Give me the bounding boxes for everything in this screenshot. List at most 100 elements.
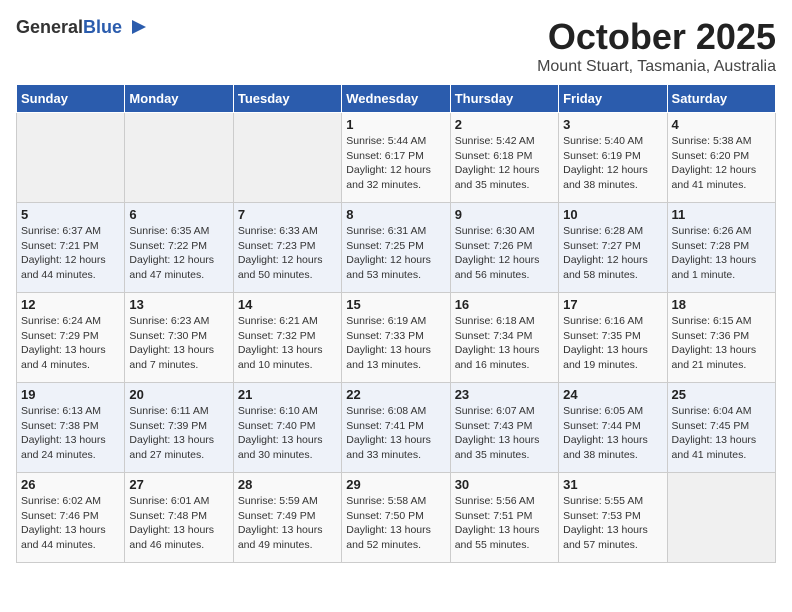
calendar-week-row: 12 Sunrise: 6:24 AM Sunset: 7:29 PM Dayli… xyxy=(17,293,776,383)
table-row: 27 Sunrise: 6:01 AM Sunset: 7:48 PM Dayli… xyxy=(125,473,233,563)
day-info: Sunrise: 5:42 AM Sunset: 6:18 PM Dayligh… xyxy=(455,134,554,193)
day-info: Sunrise: 5:55 AM Sunset: 7:53 PM Dayligh… xyxy=(563,494,662,553)
col-saturday: Saturday xyxy=(667,85,775,113)
day-number: 15 xyxy=(346,297,445,312)
day-info: Sunrise: 5:44 AM Sunset: 6:17 PM Dayligh… xyxy=(346,134,445,193)
day-number: 10 xyxy=(563,207,662,222)
day-number: 29 xyxy=(346,477,445,492)
calendar-title: October 2025 xyxy=(537,16,776,58)
day-info: Sunrise: 6:37 AM Sunset: 7:21 PM Dayligh… xyxy=(21,224,120,283)
day-info: Sunrise: 6:28 AM Sunset: 7:27 PM Dayligh… xyxy=(563,224,662,283)
day-info: Sunrise: 6:10 AM Sunset: 7:40 PM Dayligh… xyxy=(238,404,337,463)
header-row: Sunday Monday Tuesday Wednesday Thursday… xyxy=(17,85,776,113)
table-row: 4 Sunrise: 5:38 AM Sunset: 6:20 PM Daylig… xyxy=(667,113,775,203)
calendar-week-row: 5 Sunrise: 6:37 AM Sunset: 7:21 PM Daylig… xyxy=(17,203,776,293)
calendar-week-row: 26 Sunrise: 6:02 AM Sunset: 7:46 PM Dayli… xyxy=(17,473,776,563)
table-row: 9Sunrise: 6:30 AM Sunset: 7:26 PM Daylig… xyxy=(450,203,558,293)
table-row xyxy=(233,113,341,203)
table-row: 10 Sunrise: 6:28 AM Sunset: 7:27 PM Dayli… xyxy=(559,203,667,293)
day-number: 17 xyxy=(563,297,662,312)
day-info: Sunrise: 6:23 AM Sunset: 7:30 PM Dayligh… xyxy=(129,314,228,373)
table-row: 11 Sunrise: 6:26 AM Sunset: 7:28 PM Dayli… xyxy=(667,203,775,293)
table-row: 28Sunrise: 5:59 AM Sunset: 7:49 PM Dayli… xyxy=(233,473,341,563)
day-info: Sunrise: 6:04 AM Sunset: 7:45 PM Dayligh… xyxy=(672,404,771,463)
table-row: 5 Sunrise: 6:37 AM Sunset: 7:21 PM Daylig… xyxy=(17,203,125,293)
table-row: 25 Sunrise: 6:04 AM Sunset: 7:45 PM Dayli… xyxy=(667,383,775,473)
col-tuesday: Tuesday xyxy=(233,85,341,113)
day-number: 27 xyxy=(129,477,228,492)
table-row: 1 Sunrise: 5:44 AM Sunset: 6:17 PM Daylig… xyxy=(342,113,450,203)
day-info: Sunrise: 6:13 AM Sunset: 7:38 PM Dayligh… xyxy=(21,404,120,463)
day-info: Sunrise: 6:02 AM Sunset: 7:46 PM Dayligh… xyxy=(21,494,120,553)
table-row: 7 Sunrise: 6:33 AM Sunset: 7:23 PM Daylig… xyxy=(233,203,341,293)
table-row: 12 Sunrise: 6:24 AM Sunset: 7:29 PM Dayli… xyxy=(17,293,125,383)
table-row: 6Sunrise: 6:35 AM Sunset: 7:22 PM Daylig… xyxy=(125,203,233,293)
table-row: 21 Sunrise: 6:10 AM Sunset: 7:40 PM Dayli… xyxy=(233,383,341,473)
col-thursday: Thursday xyxy=(450,85,558,113)
day-number: 13 xyxy=(129,297,228,312)
day-number: 12 xyxy=(21,297,120,312)
day-info: Sunrise: 6:18 AM Sunset: 7:34 PM Dayligh… xyxy=(455,314,554,373)
table-row: 16Sunrise: 6:18 AM Sunset: 7:34 PM Dayli… xyxy=(450,293,558,383)
table-row: 14 Sunrise: 6:21 AM Sunset: 7:32 PM Dayli… xyxy=(233,293,341,383)
day-number: 28 xyxy=(238,477,337,492)
day-number: 20 xyxy=(129,387,228,402)
day-number: 21 xyxy=(238,387,337,402)
day-info: Sunrise: 6:16 AM Sunset: 7:35 PM Dayligh… xyxy=(563,314,662,373)
day-number: 6 xyxy=(129,207,228,222)
logo: GeneralBlue xyxy=(16,16,148,38)
day-number: 25 xyxy=(672,387,771,402)
calendar-week-row: 1 Sunrise: 5:44 AM Sunset: 6:17 PM Daylig… xyxy=(17,113,776,203)
col-monday: Monday xyxy=(125,85,233,113)
day-info: Sunrise: 6:19 AM Sunset: 7:33 PM Dayligh… xyxy=(346,314,445,373)
table-row xyxy=(17,113,125,203)
col-wednesday: Wednesday xyxy=(342,85,450,113)
day-info: Sunrise: 5:58 AM Sunset: 7:50 PM Dayligh… xyxy=(346,494,445,553)
day-number: 26 xyxy=(21,477,120,492)
calendar-subtitle: Mount Stuart, Tasmania, Australia xyxy=(537,58,776,76)
day-number: 23 xyxy=(455,387,554,402)
table-row xyxy=(125,113,233,203)
day-info: Sunrise: 5:38 AM Sunset: 6:20 PM Dayligh… xyxy=(672,134,771,193)
day-number: 11 xyxy=(672,207,771,222)
table-row xyxy=(667,473,775,563)
table-row: 30Sunrise: 5:56 AM Sunset: 7:51 PM Dayli… xyxy=(450,473,558,563)
page-header: GeneralBlue October 2025 Mount Stuart, T… xyxy=(16,16,776,76)
table-row: 17 Sunrise: 6:16 AM Sunset: 7:35 PM Dayli… xyxy=(559,293,667,383)
day-number: 22 xyxy=(346,387,445,402)
day-info: Sunrise: 5:40 AM Sunset: 6:19 PM Dayligh… xyxy=(563,134,662,193)
table-row: 18Sunrise: 6:15 AM Sunset: 7:36 PM Dayli… xyxy=(667,293,775,383)
table-row: 2 Sunrise: 5:42 AM Sunset: 6:18 PM Daylig… xyxy=(450,113,558,203)
day-info: Sunrise: 6:01 AM Sunset: 7:48 PM Dayligh… xyxy=(129,494,228,553)
table-row: 31Sunrise: 5:55 AM Sunset: 7:53 PM Dayli… xyxy=(559,473,667,563)
col-sunday: Sunday xyxy=(17,85,125,113)
day-number: 2 xyxy=(455,117,554,132)
table-row: 26 Sunrise: 6:02 AM Sunset: 7:46 PM Dayli… xyxy=(17,473,125,563)
day-number: 18 xyxy=(672,297,771,312)
day-number: 7 xyxy=(238,207,337,222)
day-info: Sunrise: 6:05 AM Sunset: 7:44 PM Dayligh… xyxy=(563,404,662,463)
day-number: 1 xyxy=(346,117,445,132)
day-info: Sunrise: 6:30 AM Sunset: 7:26 PM Dayligh… xyxy=(455,224,554,283)
day-number: 3 xyxy=(563,117,662,132)
day-info: Sunrise: 6:07 AM Sunset: 7:43 PM Dayligh… xyxy=(455,404,554,463)
day-info: Sunrise: 6:24 AM Sunset: 7:29 PM Dayligh… xyxy=(21,314,120,373)
day-info: Sunrise: 6:21 AM Sunset: 7:32 PM Dayligh… xyxy=(238,314,337,373)
table-row: 23 Sunrise: 6:07 AM Sunset: 7:43 PM Dayli… xyxy=(450,383,558,473)
table-row: 8Sunrise: 6:31 AM Sunset: 7:25 PM Daylig… xyxy=(342,203,450,293)
day-number: 19 xyxy=(21,387,120,402)
table-row: 24Sunrise: 6:05 AM Sunset: 7:44 PM Dayli… xyxy=(559,383,667,473)
day-number: 5 xyxy=(21,207,120,222)
day-info: Sunrise: 6:26 AM Sunset: 7:28 PM Dayligh… xyxy=(672,224,771,283)
day-info: Sunrise: 6:33 AM Sunset: 7:23 PM Dayligh… xyxy=(238,224,337,283)
table-row: 3 Sunrise: 5:40 AM Sunset: 6:19 PM Daylig… xyxy=(559,113,667,203)
table-row: 19 Sunrise: 6:13 AM Sunset: 7:38 PM Dayli… xyxy=(17,383,125,473)
day-info: Sunrise: 5:56 AM Sunset: 7:51 PM Dayligh… xyxy=(455,494,554,553)
day-number: 14 xyxy=(238,297,337,312)
day-number: 4 xyxy=(672,117,771,132)
day-info: Sunrise: 6:08 AM Sunset: 7:41 PM Dayligh… xyxy=(346,404,445,463)
table-row: 13 Sunrise: 6:23 AM Sunset: 7:30 PM Dayli… xyxy=(125,293,233,383)
table-row: 15 Sunrise: 6:19 AM Sunset: 7:33 PM Dayli… xyxy=(342,293,450,383)
day-number: 8 xyxy=(346,207,445,222)
calendar-table: Sunday Monday Tuesday Wednesday Thursday… xyxy=(16,84,776,563)
